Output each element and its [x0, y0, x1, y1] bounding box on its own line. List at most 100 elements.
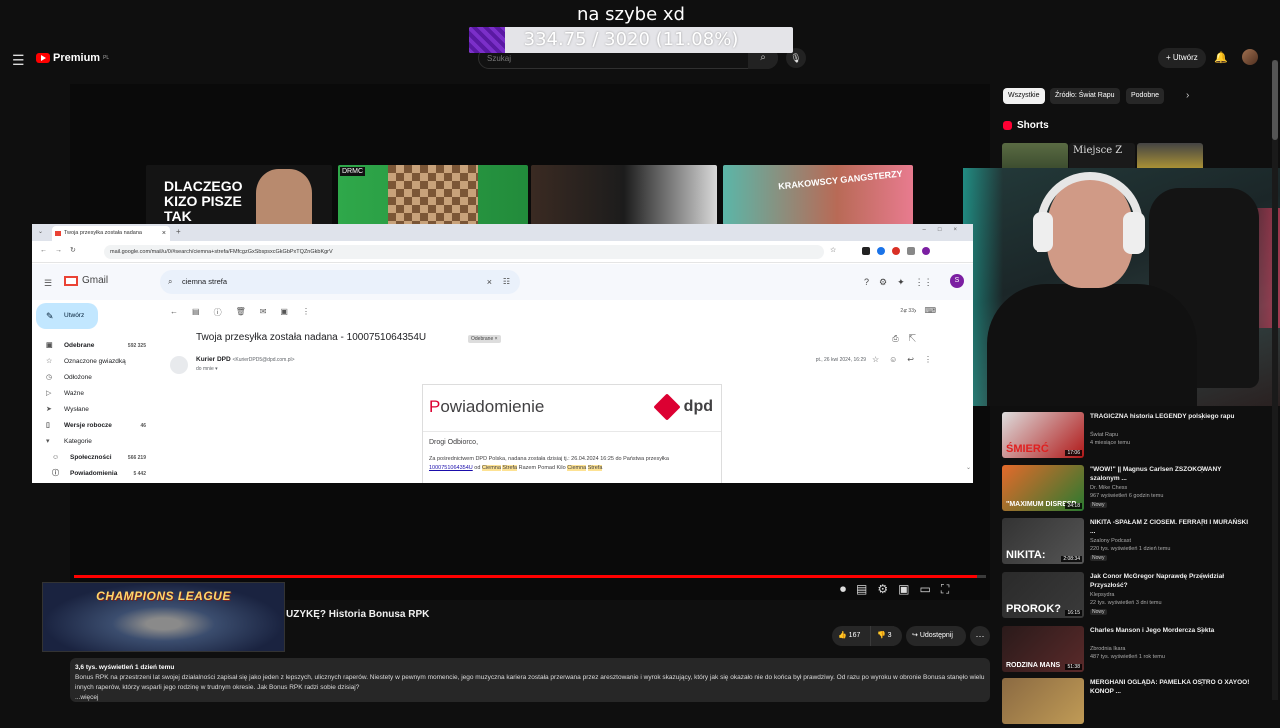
extension-icon[interactable]: [892, 247, 900, 255]
search-icon[interactable]: ⌕: [168, 270, 172, 294]
subtitles-icon[interactable]: ▤: [856, 582, 867, 597]
gmail-account-avatar[interactable]: S: [950, 274, 964, 288]
end-screen-video-1[interactable]: DLACZEGO KIZO PISZE TAK: [146, 165, 332, 225]
more-icon[interactable]: ⋮: [302, 307, 310, 318]
gmail-search-input[interactable]: ⌕ ciemna strefa × ☷: [160, 270, 520, 294]
autoplay-toggle-icon[interactable]: ⏺: [840, 582, 846, 597]
video-title[interactable]: Charles Manson i Jego Mordercza Sekta: [1090, 626, 1250, 635]
compose-button[interactable]: ✎ Utwórz: [36, 303, 98, 329]
theater-mode-icon[interactable]: ▭: [919, 582, 930, 597]
back-icon[interactable]: ←: [170, 307, 178, 318]
page-scrollbar[interactable]: [1272, 60, 1278, 700]
more-options-icon[interactable]: ⋮: [1198, 626, 1206, 635]
more-options-icon[interactable]: ⋮: [1198, 465, 1206, 474]
youtube-logo[interactable]: Premium PL: [36, 52, 109, 64]
channel-name[interactable]: Dr. Mike Chess: [1090, 485, 1127, 491]
channel-name[interactable]: Szalony Podcast: [1090, 538, 1131, 544]
chip-similar[interactable]: Podobne: [1126, 88, 1165, 104]
video-thumbnail[interactable]: "MAXIMUM DISRESP 24:18: [1002, 465, 1084, 511]
address-bar[interactable]: mail.google.com/mail/u/0/#search/ciemna+…: [104, 245, 824, 259]
gmail-folder-item[interactable]: ⓘ Powiadomienia 5 442: [32, 466, 152, 482]
dislike-button[interactable]: 👎 3: [870, 626, 902, 646]
message-action-icons[interactable]: ☆☺↩⋮: [872, 355, 942, 364]
end-screen-video-4[interactable]: KRAKOWSCY GANGSTERZY: [723, 165, 913, 225]
gmail-folder-item[interactable]: ➤ Wysłane: [32, 402, 152, 418]
recommended-video[interactable]: NIKITA: 2:08:34 NIKITA -SPAŁAM Z CIOSEM. F…: [1002, 518, 1262, 568]
bookmark-star-icon[interactable]: ☆: [830, 246, 836, 254]
hamburger-icon[interactable]: ☰: [12, 52, 25, 69]
help-icon[interactable]: ?: [864, 277, 869, 288]
video-title[interactable]: "WOW!" || Magnus Carlsen ZSZOKOWANY szal…: [1090, 465, 1250, 483]
end-screen-video-3[interactable]: [531, 165, 717, 225]
gmail-folder-item[interactable]: ◷ Odłożone: [32, 370, 152, 386]
video-title[interactable]: Jak Conor McGregor Naprawdę Przewidział …: [1090, 572, 1250, 590]
gmail-menu-icon[interactable]: ☰: [44, 278, 52, 289]
more-options-icon[interactable]: ⋮: [1198, 412, 1206, 421]
extension-icon[interactable]: [862, 247, 870, 255]
gmail-folder-item[interactable]: ▷ Ważne: [32, 386, 152, 402]
extension-icon[interactable]: [877, 247, 885, 255]
gmail-folder-item[interactable]: ☺ Społeczności 566 219: [32, 450, 152, 466]
puzzle-icon[interactable]: [907, 247, 915, 255]
video-title[interactable]: TRAGICZNA historia LEGENDY polskiego rap…: [1090, 412, 1250, 421]
recommended-video[interactable]: RODZINA MANS 51:38 Charles Manson i Jego M…: [1002, 626, 1262, 676]
video-thumbnail[interactable]: PROROK? 16:15: [1002, 572, 1084, 618]
video-thumbnail[interactable]: RODZINA MANS 51:38: [1002, 626, 1084, 672]
clear-search-icon[interactable]: ×: [487, 270, 492, 294]
recommended-video[interactable]: MERGHANI OGLĄDA: PAMELKA OSTRO O XAYOO! …: [1002, 678, 1262, 728]
video-title[interactable]: NIKITA -SPAŁAM Z CIOSEM. FERRARI I MURAŃ…: [1090, 518, 1250, 536]
video-thumbnail[interactable]: NIKITA: 2:08:34: [1002, 518, 1084, 564]
channel-name[interactable]: Klepsydra: [1090, 592, 1114, 598]
settings-icon[interactable]: ⚙: [879, 277, 887, 288]
settings-icon[interactable]: ⚙: [877, 582, 888, 597]
tab-list-icon[interactable]: ⌄: [38, 228, 43, 235]
create-button[interactable]: + Utwórz: [1158, 48, 1206, 68]
report-spam-icon[interactable]: ⓘ: [214, 307, 222, 318]
channel-name[interactable]: Zbrodnia Ikara: [1090, 646, 1125, 652]
gmail-folder-item[interactable]: ☆ Oznaczone gwiazdką: [32, 354, 152, 370]
archive-icon[interactable]: ▤: [192, 307, 200, 318]
recommended-video[interactable]: "MAXIMUM DISRESP 24:18 "WOW!" || Magnus Ca…: [1002, 465, 1262, 515]
more-options-icon[interactable]: ⋮: [1198, 518, 1206, 527]
chevron-right-icon[interactable]: ›: [1186, 90, 1189, 101]
video-thumbnail[interactable]: [1002, 678, 1084, 724]
gmail-folder-item[interactable]: ▯ Wersje robocze 46: [32, 418, 152, 434]
avatar[interactable]: [1242, 49, 1258, 65]
short-thumbnail-2[interactable]: Miejsce Z: [1069, 143, 1135, 171]
tracking-link[interactable]: 1000751064354U: [429, 465, 473, 471]
mark-unread-icon[interactable]: ✉: [260, 307, 267, 318]
short-thumbnail-3[interactable]: [1137, 143, 1203, 171]
fullscreen-icon[interactable]: ⛶: [941, 582, 949, 597]
chip-all[interactable]: Wszystkie: [1003, 88, 1045, 104]
channel-name[interactable]: Świat Rapu: [1090, 432, 1118, 438]
miniplayer-icon[interactable]: ▣: [898, 582, 909, 597]
browser-tab[interactable]: Twoja przesyłka została nadana ×: [52, 226, 170, 241]
recommended-video[interactable]: PROROK? 16:15 Jak Conor McGregor Naprawdę …: [1002, 572, 1262, 622]
delete-icon[interactable]: 🗑: [236, 307, 246, 318]
close-tab-icon[interactable]: ×: [162, 226, 166, 241]
search-options-icon[interactable]: ☷: [503, 270, 510, 294]
inbox-label-badge[interactable]: Odebrane ×: [468, 335, 501, 343]
print-and-popout-icons[interactable]: ⎙⇱: [892, 334, 926, 344]
description-more[interactable]: ...więcej: [75, 693, 985, 703]
new-tab-icon[interactable]: +: [176, 227, 181, 236]
window-controls[interactable]: –□×: [923, 227, 969, 233]
video-thumbnail[interactable]: ŚMIERĆ 17:06: [1002, 412, 1084, 458]
description-box[interactable]: 3,6 tys. wyświetleń 1 dzień temu Bonus R…: [70, 658, 990, 702]
more-options-icon[interactable]: ⋮: [1198, 572, 1206, 581]
gemini-icon[interactable]: ✦: [897, 277, 905, 288]
more-actions-icon[interactable]: ⋯: [970, 626, 990, 646]
gmail-logo[interactable]: Gmail: [64, 275, 108, 286]
apps-grid-icon[interactable]: ⋮⋮: [915, 277, 933, 288]
navigation-icons[interactable]: ←→↻: [40, 246, 84, 254]
scrollbar-thumb[interactable]: [1272, 60, 1278, 140]
share-button[interactable]: ↪ Udostępnij: [906, 626, 966, 646]
scroll-down-icon[interactable]: ⌄: [966, 464, 971, 471]
end-screen-video-2[interactable]: DRMC: [338, 165, 528, 225]
bell-icon[interactable]: 🔔: [1214, 51, 1228, 64]
more-options-icon[interactable]: ⋮: [1198, 678, 1206, 687]
gmail-folder-item[interactable]: ▾ Kategorie: [32, 434, 152, 450]
profile-icon[interactable]: [922, 247, 930, 255]
gmail-folder-item[interactable]: ▣ Odebrane 592 325: [32, 338, 152, 354]
move-to-icon[interactable]: ▣: [280, 307, 288, 318]
